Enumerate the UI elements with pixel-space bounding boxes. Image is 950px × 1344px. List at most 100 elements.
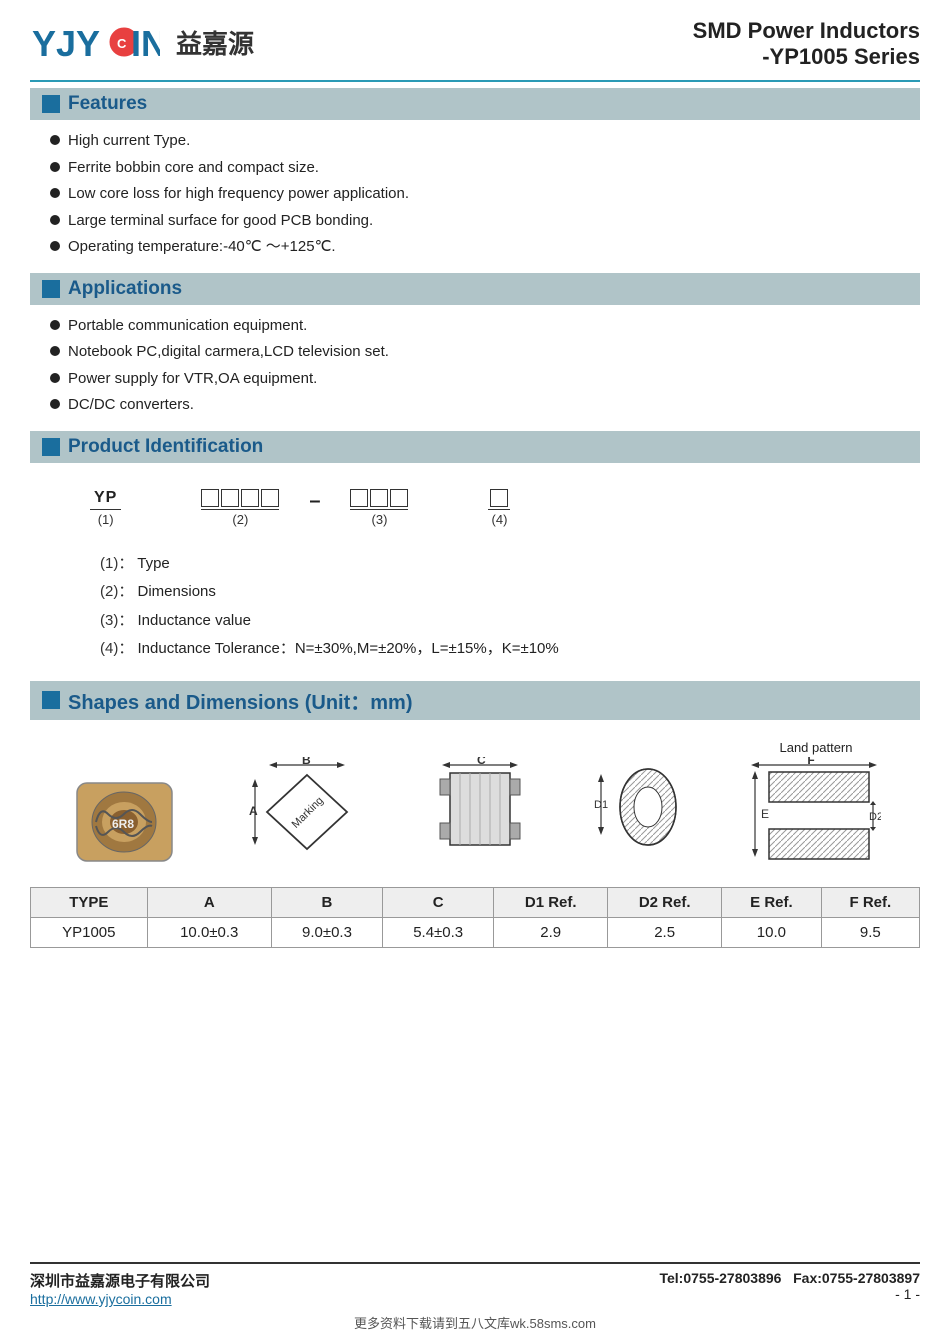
application-item: Portable communication equipment. xyxy=(50,315,920,338)
feature-item: Operating temperature:-40℃ ～+125℃. xyxy=(50,236,920,259)
bullet-dot xyxy=(50,135,60,145)
pid-box xyxy=(221,489,239,507)
pid-group1-label: (1) xyxy=(98,512,114,527)
pid-group-1: YP (1) xyxy=(90,489,121,527)
svg-text:6R8: 6R8 xyxy=(112,817,134,831)
pid-box xyxy=(390,489,408,507)
footer-right: Tel:0755-27803896 Fax:0755-27803897 - 1 … xyxy=(659,1270,920,1302)
feature-item: High current Type. xyxy=(50,130,920,153)
shapes-icon xyxy=(42,691,60,709)
land-pattern-svg: F E D2 xyxy=(751,757,881,867)
diagram-land-pattern: Land pattern F E xyxy=(751,740,881,867)
application-item: DC/DC converters. xyxy=(50,394,920,417)
svg-text:D1: D1 xyxy=(594,799,608,811)
tel: Tel:0755-27803896 xyxy=(659,1270,781,1286)
logo-icon: YJY C IN xyxy=(30,18,160,66)
pid-desc-1: (1)： Type xyxy=(100,553,890,576)
diagram-b-svg: B A Marking xyxy=(247,757,367,867)
col-e: E Ref. xyxy=(722,887,822,917)
title-main: SMD Power Inductors xyxy=(693,18,920,44)
pid-group-2: (2) xyxy=(201,487,279,527)
diagram-c-svg: C xyxy=(435,757,525,867)
product-id-title: Product Identification xyxy=(68,436,263,458)
diagram-d: D1 xyxy=(593,757,683,867)
col-a: A xyxy=(147,887,271,917)
shapes-header: Shapes and Dimensions (Unit：mm) xyxy=(30,681,920,720)
svg-text:E: E xyxy=(761,807,769,821)
applications-list: Portable communication equipment. Notebo… xyxy=(30,311,920,425)
col-d2: D2 Ref. xyxy=(608,887,722,917)
svg-text:Marking: Marking xyxy=(290,794,326,830)
page-number: - 1 - xyxy=(659,1286,920,1302)
inductor-svg: 6R8 xyxy=(72,778,177,866)
col-type: TYPE xyxy=(31,887,148,917)
bullet-dot xyxy=(50,346,60,356)
shapes-title: Shapes and Dimensions (Unit：mm) xyxy=(68,686,413,715)
cell-d1: 2.9 xyxy=(494,917,608,947)
svg-text:IN: IN xyxy=(131,23,160,64)
shapes-diagrams: 6R8 B A Marking xyxy=(30,730,920,867)
pid-boxes-4 xyxy=(490,489,508,507)
bullet-dot xyxy=(50,241,60,251)
svg-text:A: A xyxy=(249,804,258,818)
pid-group-4: (4) xyxy=(488,487,510,527)
logo-brand: YJY C IN xyxy=(30,18,160,66)
col-d1: D1 Ref. xyxy=(494,887,608,917)
pid-descriptions: (1)： Type (2)： Dimensions (3)： Inductanc… xyxy=(30,547,920,673)
feature-item: Large terminal surface for good PCB bond… xyxy=(50,210,920,233)
pid-desc-3: (3)： Inductance value xyxy=(100,610,890,633)
pid-group-3: (3) xyxy=(350,487,408,527)
land-pattern-label: Land pattern xyxy=(779,740,852,755)
col-f: F Ref. xyxy=(821,887,919,917)
cell-b: 9.0±0.3 xyxy=(271,917,382,947)
inductor-photo: 6R8 xyxy=(69,777,179,867)
diagram-d-svg: D1 xyxy=(593,757,683,867)
applications-icon xyxy=(42,280,60,298)
svg-text:B: B xyxy=(302,757,311,767)
fax: Fax:0755-27803897 xyxy=(793,1270,920,1286)
application-item: Notebook PC,digital carmera,LCD televisi… xyxy=(50,341,920,364)
pid-prefix: YP xyxy=(94,489,117,506)
page-footer: 深圳市益嘉源电子有限公司 http://www.yjycoin.com Tel:… xyxy=(30,1262,920,1307)
features-header: Features xyxy=(30,88,920,120)
features-icon xyxy=(42,95,60,113)
col-b: B xyxy=(271,887,382,917)
title-area: SMD Power Inductors -YP1005 Series xyxy=(693,18,920,70)
dimensions-table: TYPE A B C D1 Ref. D2 Ref. E Ref. F Ref.… xyxy=(30,887,920,948)
logo-area: YJY C IN 益嘉源 xyxy=(30,18,254,66)
svg-text:F: F xyxy=(807,757,814,767)
bullet-dot xyxy=(50,373,60,383)
feature-item: Ferrite bobbin core and compact size. xyxy=(50,157,920,180)
cell-e: 10.0 xyxy=(722,917,822,947)
pid-desc-4: (4)： Inductance Tolerance：N=±30%,M=±20%，… xyxy=(100,638,890,661)
pid-boxes-3 xyxy=(350,489,408,507)
pid-group3-label: (3) xyxy=(372,512,388,527)
diagram-c: C xyxy=(435,757,525,867)
footer-left: 深圳市益嘉源电子有限公司 http://www.yjycoin.com xyxy=(30,1270,210,1307)
bullet-dot xyxy=(50,215,60,225)
cell-f: 9.5 xyxy=(821,917,919,947)
website-link[interactable]: http://www.yjycoin.com xyxy=(30,1291,210,1307)
applications-header: Applications xyxy=(30,273,920,305)
bullet-dot xyxy=(50,320,60,330)
logo-chinese: 益嘉源 xyxy=(176,24,254,61)
table-header-row: TYPE A B C D1 Ref. D2 Ref. E Ref. F Ref. xyxy=(31,887,920,917)
col-c: C xyxy=(383,887,494,917)
applications-title: Applications xyxy=(68,278,182,300)
pid-box xyxy=(241,489,259,507)
cell-d2: 2.5 xyxy=(608,917,722,947)
pid-desc-2: (2)： Dimensions xyxy=(100,581,890,604)
product-id-header: Product Identification xyxy=(30,431,920,463)
svg-text:C: C xyxy=(477,757,486,767)
svg-text:YJY: YJY xyxy=(32,23,100,64)
application-item: Power supply for VTR,OA equipment. xyxy=(50,368,920,391)
pid-group4-label: (4) xyxy=(492,512,508,527)
diagram-b: B A Marking xyxy=(247,757,367,867)
contact-info: Tel:0755-27803896 Fax:0755-27803897 xyxy=(659,1270,920,1286)
product-id-icon xyxy=(42,438,60,456)
bullet-dot xyxy=(50,188,60,198)
title-sub: -YP1005 Series xyxy=(693,44,920,70)
features-list: High current Type. Ferrite bobbin core a… xyxy=(30,126,920,267)
company-name: 深圳市益嘉源电子有限公司 xyxy=(30,1270,210,1291)
pid-box xyxy=(261,489,279,507)
